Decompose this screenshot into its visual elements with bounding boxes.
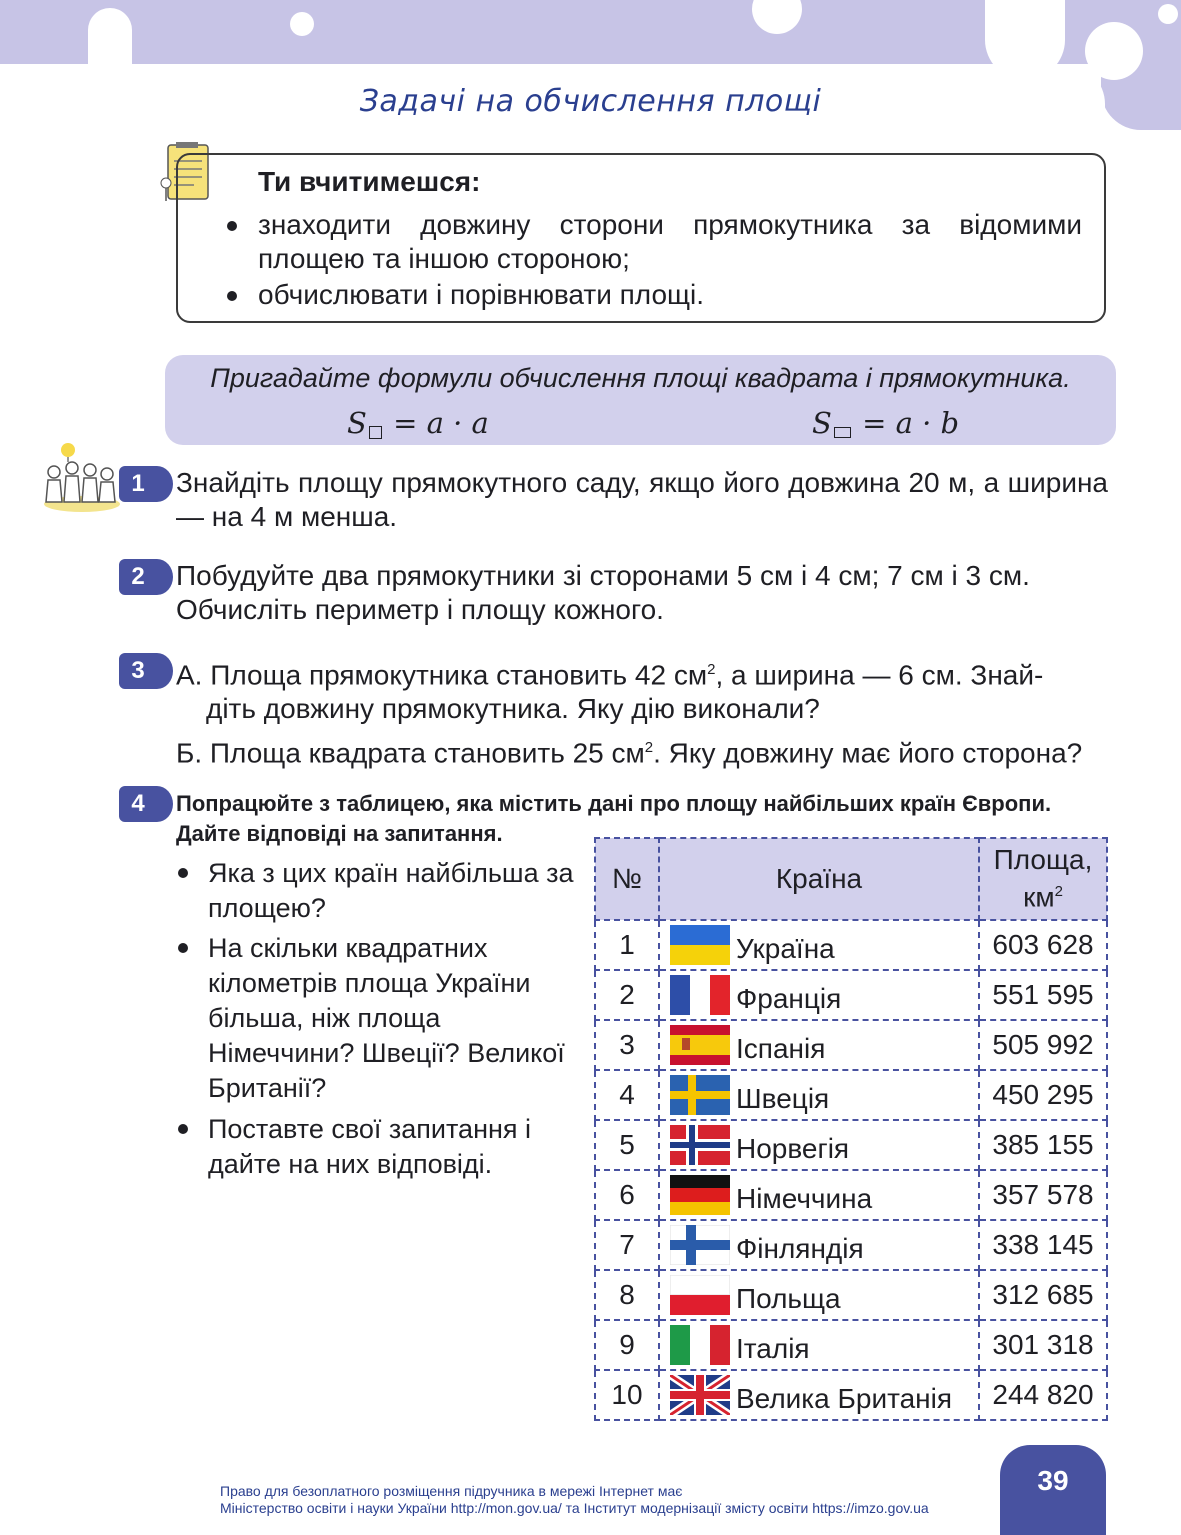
bullet-icon	[178, 943, 188, 953]
flag-france-icon	[670, 975, 730, 1015]
header-country: Країна	[658, 837, 980, 921]
area-value: 551 595	[978, 969, 1108, 1021]
country-cell: Україна	[658, 919, 980, 971]
task-2-text: Побудуйте два прямокутники зі сторонами …	[176, 560, 1030, 625]
country-name: Німеччина	[736, 1183, 873, 1214]
task-number-badge: 3	[119, 653, 173, 689]
row-number: 2	[594, 969, 660, 1021]
country-cell: Фінляндія	[658, 1219, 980, 1271]
row-number: 9	[594, 1319, 660, 1371]
rectangle-symbol-icon	[833, 427, 851, 438]
row-number: 7	[594, 1219, 660, 1271]
question-item: Яка з цих країн найбільша за площею?	[178, 856, 578, 926]
area-value: 312 685	[978, 1269, 1108, 1321]
bubble-decoration	[88, 8, 132, 68]
bullet-icon	[178, 1124, 188, 1134]
country-cell: Велика Британія	[658, 1369, 980, 1421]
page-title: Задачі на обчислення площі	[359, 84, 822, 119]
country-area-table: № Країна Площа, км2 1 Україна 603 628 2 Фран…	[594, 837, 1108, 1421]
table-row: 1 Україна 603 628	[594, 919, 1108, 971]
row-number: 6	[594, 1169, 660, 1221]
question-item: Поставте свої запитання і дайте на них в…	[178, 1112, 558, 1182]
task-number-badge: 1	[119, 466, 173, 502]
area-value: 450 295	[978, 1069, 1108, 1121]
country-name: Норвегія	[736, 1133, 850, 1164]
row-number: 8	[594, 1269, 660, 1321]
row-number: 4	[594, 1069, 660, 1121]
table-row: 4 Швеція 450 295	[594, 1069, 1108, 1121]
table-row: 10 Велика Британія 244 820	[594, 1369, 1108, 1421]
country-cell: Іспанія	[658, 1019, 980, 1071]
formula-prompt: Пригадайте формули обчислення площі квад…	[210, 363, 1071, 393]
bullet-icon	[227, 221, 237, 231]
task-number-badge: 2	[119, 559, 173, 595]
area-value: 301 318	[978, 1319, 1108, 1371]
row-number: 1	[594, 919, 660, 971]
copyright-notice: Право для безоплатного розміщення підруч…	[220, 1483, 929, 1516]
row-number: 5	[594, 1119, 660, 1171]
country-cell: Норвегія	[658, 1119, 980, 1171]
table-row: 8 Польща 312 685	[594, 1269, 1108, 1321]
header-area: Площа, км2	[978, 837, 1108, 921]
table-row: 3 Іспанія 505 992	[594, 1019, 1108, 1071]
group-work-icon	[44, 443, 120, 512]
country-name: Україна	[736, 933, 835, 964]
bubble-decoration	[1158, 4, 1178, 24]
flag-sweden-icon	[670, 1075, 730, 1115]
country-name: Фінляндія	[736, 1233, 864, 1264]
country-name: Велика Британія	[736, 1383, 953, 1414]
table-row: 9 Італія 301 318	[594, 1319, 1108, 1371]
country-name: Іспанія	[736, 1033, 826, 1064]
flag-uk-icon	[670, 1375, 730, 1415]
flag-finland-icon	[670, 1225, 730, 1265]
row-number: 3	[594, 1019, 660, 1071]
task-3a-text: А. Площа прямокутника становить 42 см2, …	[176, 659, 1044, 725]
country-cell: Польща	[658, 1269, 980, 1321]
square-area-formula: S = a · a	[347, 406, 489, 440]
bullet-icon	[178, 868, 188, 878]
area-value: 505 992	[978, 1019, 1108, 1071]
table-row: 6 Німеччина 357 578	[594, 1169, 1108, 1221]
bullet-icon	[227, 291, 237, 301]
country-cell: Італія	[658, 1319, 980, 1371]
question-item: На скільки квадратних кілометрів площа У…	[178, 931, 568, 1106]
area-value: 338 145	[978, 1219, 1108, 1271]
flag-norway-icon	[670, 1125, 730, 1165]
rectangle-area-formula: S = a · b	[812, 406, 960, 440]
country-name: Польща	[736, 1283, 841, 1314]
table-row: 7 Фінляндія 338 145	[594, 1219, 1108, 1271]
row-number: 10	[594, 1369, 660, 1421]
table-header-row: № Країна Площа, км2	[594, 837, 1108, 921]
country-name: Швеція	[736, 1083, 830, 1114]
task-3b-text: Б. Площа квадрата становить 25 см2. Яку …	[176, 737, 1083, 769]
flag-spain-icon	[670, 1025, 730, 1065]
country-name: Італія	[736, 1333, 810, 1364]
table-row: 2 Франція 551 595	[594, 969, 1108, 1021]
area-value: 357 578	[978, 1169, 1108, 1221]
area-value: 385 155	[978, 1119, 1108, 1171]
country-cell: Франція	[658, 969, 980, 1021]
bubble-decoration	[1085, 22, 1143, 80]
flag-ukraine-icon	[670, 925, 730, 965]
square-symbol-icon	[368, 426, 382, 439]
flag-poland-icon	[670, 1275, 730, 1315]
task-1-text: Знайдіть площу прямокутного саду, якщо й…	[176, 467, 1108, 532]
flag-italy-icon	[670, 1325, 730, 1365]
area-value: 244 820	[978, 1369, 1108, 1421]
area-value: 603 628	[978, 919, 1108, 971]
bubble-decoration	[290, 12, 314, 36]
flag-germany-icon	[670, 1175, 730, 1215]
country-cell: Швеція	[658, 1069, 980, 1121]
page-number: 39	[1000, 1445, 1106, 1535]
task-number-badge: 4	[119, 786, 173, 822]
table-row: 5 Норвегія 385 155	[594, 1119, 1108, 1171]
country-name: Франція	[736, 983, 842, 1014]
learning-goal-item: обчислювати і порівнювати площі.	[227, 278, 1082, 312]
header-num: №	[594, 837, 660, 921]
learning-goals-heading: Ти вчитимешся:	[258, 166, 481, 197]
learning-goal-item: знаходити довжину сторони прямокутника з…	[227, 208, 1082, 276]
country-cell: Німеччина	[658, 1169, 980, 1221]
